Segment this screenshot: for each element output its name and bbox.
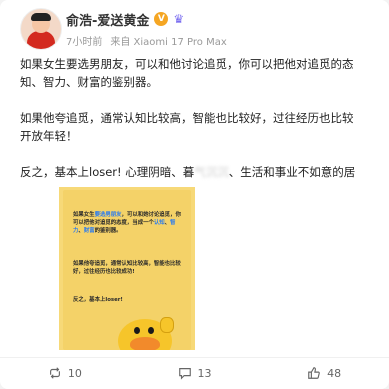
- image-highlight: 认知: [153, 220, 165, 226]
- thumbs-up-icon: [308, 367, 320, 379]
- post-line: 知、智力、财富的鉴别器。: [20, 75, 158, 89]
- avatar[interactable]: [20, 8, 62, 50]
- verified-icon: V: [154, 12, 169, 26]
- image-text: 如果女生: [73, 212, 95, 218]
- comment-button[interactable]: 13: [130, 366, 260, 380]
- duck-sticker-icon: [116, 315, 174, 350]
- post-paragraph-3: 反之，基本上loser! 心理阴暗、暮气沉沉、生活和事业不如意的居: [20, 163, 389, 181]
- weibo-post-card: 俞浩-爱送黄金 V ♛ 7小时前 来自 Xiaomi 17 Pro Max 如果…: [0, 0, 389, 389]
- post-paragraph-1: 如果女生要选男朋友，可以和他讨论追觅，你可以把他对追觅的态 知、智力、财富的鉴别…: [20, 55, 389, 91]
- image-text-block-3: 反之，基本上loser!: [73, 297, 123, 303]
- image-highlight: 要选男朋友: [94, 212, 122, 218]
- crown-icon: ♛: [173, 12, 185, 26]
- image-text: 的鉴别器。: [94, 228, 122, 234]
- post-paragraph-2: 如果他夸追觅，通常认知比较高，智能也比较好，过往经历也比较 开放年轻！: [20, 109, 389, 145]
- post-line: 如果女生要选男朋友，可以和他讨论追觅，你可以把他对追觅的态: [20, 57, 354, 71]
- blurred-text: 气沉沉: [194, 165, 229, 179]
- username[interactable]: 俞浩-爱送黄金: [66, 10, 149, 29]
- action-bar: 10 13 48: [0, 357, 389, 388]
- comment-count: 13: [197, 366, 212, 380]
- like-button[interactable]: 48: [259, 366, 389, 380]
- repost-count: 10: [67, 366, 82, 380]
- image-text-block-2: 如果他夸追觅，通常认知比较高，智能也比较好，过往经历也比较成功!: [73, 261, 181, 275]
- author-row: 俞浩-爱送黄金 V ♛: [66, 10, 185, 29]
- repost-button[interactable]: 10: [0, 366, 130, 380]
- post-text: 、生活和事业不如意的居: [228, 165, 356, 179]
- image-text-block-1: 如果女生要选男朋友，可以和她讨论追觅，你可以把他对追觅的态度，当成一个认知、智力…: [73, 211, 185, 235]
- post-image[interactable]: 如果女生要选男朋友，可以和她讨论追觅，你可以把他对追觅的态度，当成一个认知、智力…: [59, 187, 195, 350]
- post-text: 反之，基本上loser! 心理阴暗、暮: [20, 165, 195, 179]
- post-time: 7小时前: [66, 37, 103, 48]
- repost-icon: [49, 367, 60, 379]
- post-line: 开放年轻！: [20, 129, 78, 143]
- post-line: 如果他夸追觅，通常认知比较高，智能也比较好，过往经历也比较: [20, 111, 354, 125]
- image-document: 如果女生要选男朋友，可以和她讨论追觅，你可以把他对追觅的态度，当成一个认知、智力…: [63, 190, 191, 350]
- post-source: 来自 Xiaomi 17 Pro Max: [110, 37, 227, 48]
- like-count: 48: [327, 366, 342, 380]
- comment-icon: [178, 368, 191, 380]
- image-highlight: 财富: [83, 228, 95, 234]
- post-meta: 7小时前 来自 Xiaomi 17 Pro Max: [66, 33, 227, 48]
